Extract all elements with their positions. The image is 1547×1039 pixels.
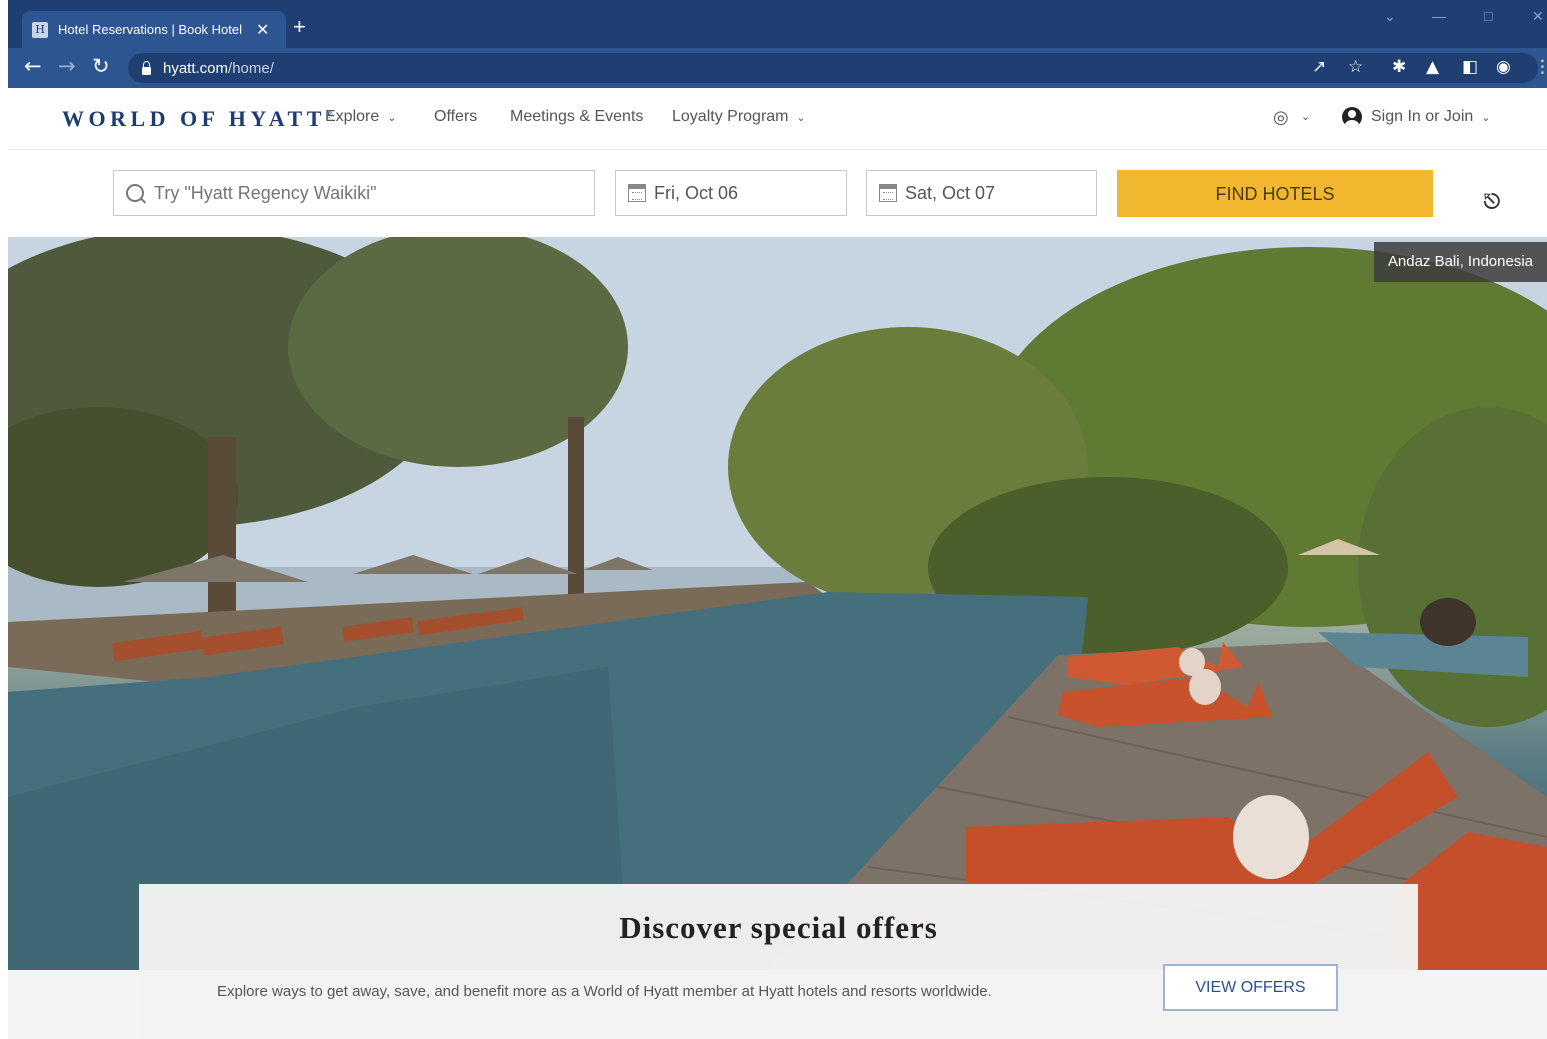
hero-image: Andaz Bali, Indonesia [8,237,1547,970]
mouse-cursor-icon: ⎋ [1484,189,1501,214]
site-header: WORLD OF HYATT® Explore ⌄ Offers Meetings… [8,88,1547,150]
url-text: hyatt.com/home/ [163,60,274,77]
nav-meetings-events[interactable]: Meetings & Events [510,108,643,126]
offers-description: Explore ways to get away, save, and bene… [217,983,992,1000]
browser-toolbar: ← → ↻ hyatt.com/home/ ↗ ☆ ✱ ▲ ◧ ◉ ⋮ [8,48,1547,88]
calendar-icon [879,184,897,202]
tab-close-icon[interactable]: ✕ [256,20,269,40]
minimize-icon[interactable]: — [1432,8,1446,24]
lock-icon[interactable] [142,61,151,75]
url-path: /home/ [228,59,274,77]
star-icon[interactable]: ☆ [1348,57,1363,77]
hyatt-logo[interactable]: WORLD OF HYATT® [62,106,333,132]
chevron-down-icon[interactable]: ⌄ [1301,110,1310,123]
logo-text: WORLD OF HYATT [62,106,326,131]
sign-in-label: Sign In or Join [1371,108,1474,125]
tab-title: Hotel Reservations | Book Hotel [58,22,243,37]
url-host: hyatt.com [163,59,229,77]
back-arrow-icon[interactable]: ← [24,54,42,78]
maximize-icon[interactable]: □ [1484,8,1492,24]
new-tab-button[interactable]: + [293,14,306,40]
hero-location-caption: Andaz Bali, Indonesia [1373,242,1547,282]
address-bar[interactable]: hyatt.com/home/ [128,53,1538,83]
globe-icon[interactable]: ◎ [1273,107,1289,128]
flask-icon[interactable]: ▲ [1426,57,1439,77]
close-window-icon[interactable]: ✕ [1532,8,1544,25]
destination-field[interactable] [113,170,595,216]
chevron-down-icon: ⌄ [387,112,397,124]
chevron-down-icon: ⌄ [1481,112,1491,124]
check-out-field[interactable]: Sat, Oct 07 [866,170,1097,216]
user-circle-icon[interactable] [1342,107,1362,127]
chevron-down-icon: ⌄ [796,112,806,124]
nav-offers[interactable]: Offers [434,108,477,126]
profile-icon[interactable]: ◉ [1496,57,1511,77]
view-offers-button[interactable]: VIEW OFFERS [1163,964,1338,1011]
hotel-search-bar: Fri, Oct 06 Sat, Oct 07 FIND HOTELS [8,150,1547,237]
hyatt-favicon-icon: H [32,21,48,38]
search-icon [126,184,144,202]
hero-illustration [8,237,1547,970]
check-out-date[interactable]: Sat, Oct 07 [905,183,995,204]
offers-heading: Discover special offers [619,910,938,945]
check-in-field[interactable]: Fri, Oct 06 [615,170,847,216]
find-hotels-button[interactable]: FIND HOTELS [1117,170,1433,217]
nav-explore-label: Explore [325,108,380,125]
sidebar-icon[interactable]: ◧ [1462,57,1478,77]
special-offers-panel: Discover special offers Explore ways to … [139,884,1418,1039]
destination-input[interactable] [154,182,594,204]
forward-arrow-icon[interactable]: → [58,54,76,78]
kebab-menu-icon[interactable]: ⋮ [1534,57,1547,77]
calendar-icon [628,184,646,202]
reload-icon[interactable]: ↻ [92,54,110,78]
nav-loyalty-program[interactable]: Loyalty Program ⌄ [672,108,806,126]
chevron-down-icon[interactable]: ⌄ [1384,8,1396,25]
nav-explore[interactable]: Explore ⌄ [325,108,396,126]
check-in-date[interactable]: Fri, Oct 06 [654,183,738,204]
browser-tab[interactable]: H Hotel Reservations | Book Hotel ✕ [22,11,286,48]
puzzle-icon[interactable]: ✱ [1392,57,1406,77]
browser-chrome: H Hotel Reservations | Book Hotel ✕ + ⌄ … [8,0,1547,88]
sign-in-join[interactable]: Sign In or Join ⌄ [1371,108,1491,126]
share-icon[interactable]: ↗ [1312,57,1326,77]
nav-loyalty-label: Loyalty Program [672,108,789,125]
